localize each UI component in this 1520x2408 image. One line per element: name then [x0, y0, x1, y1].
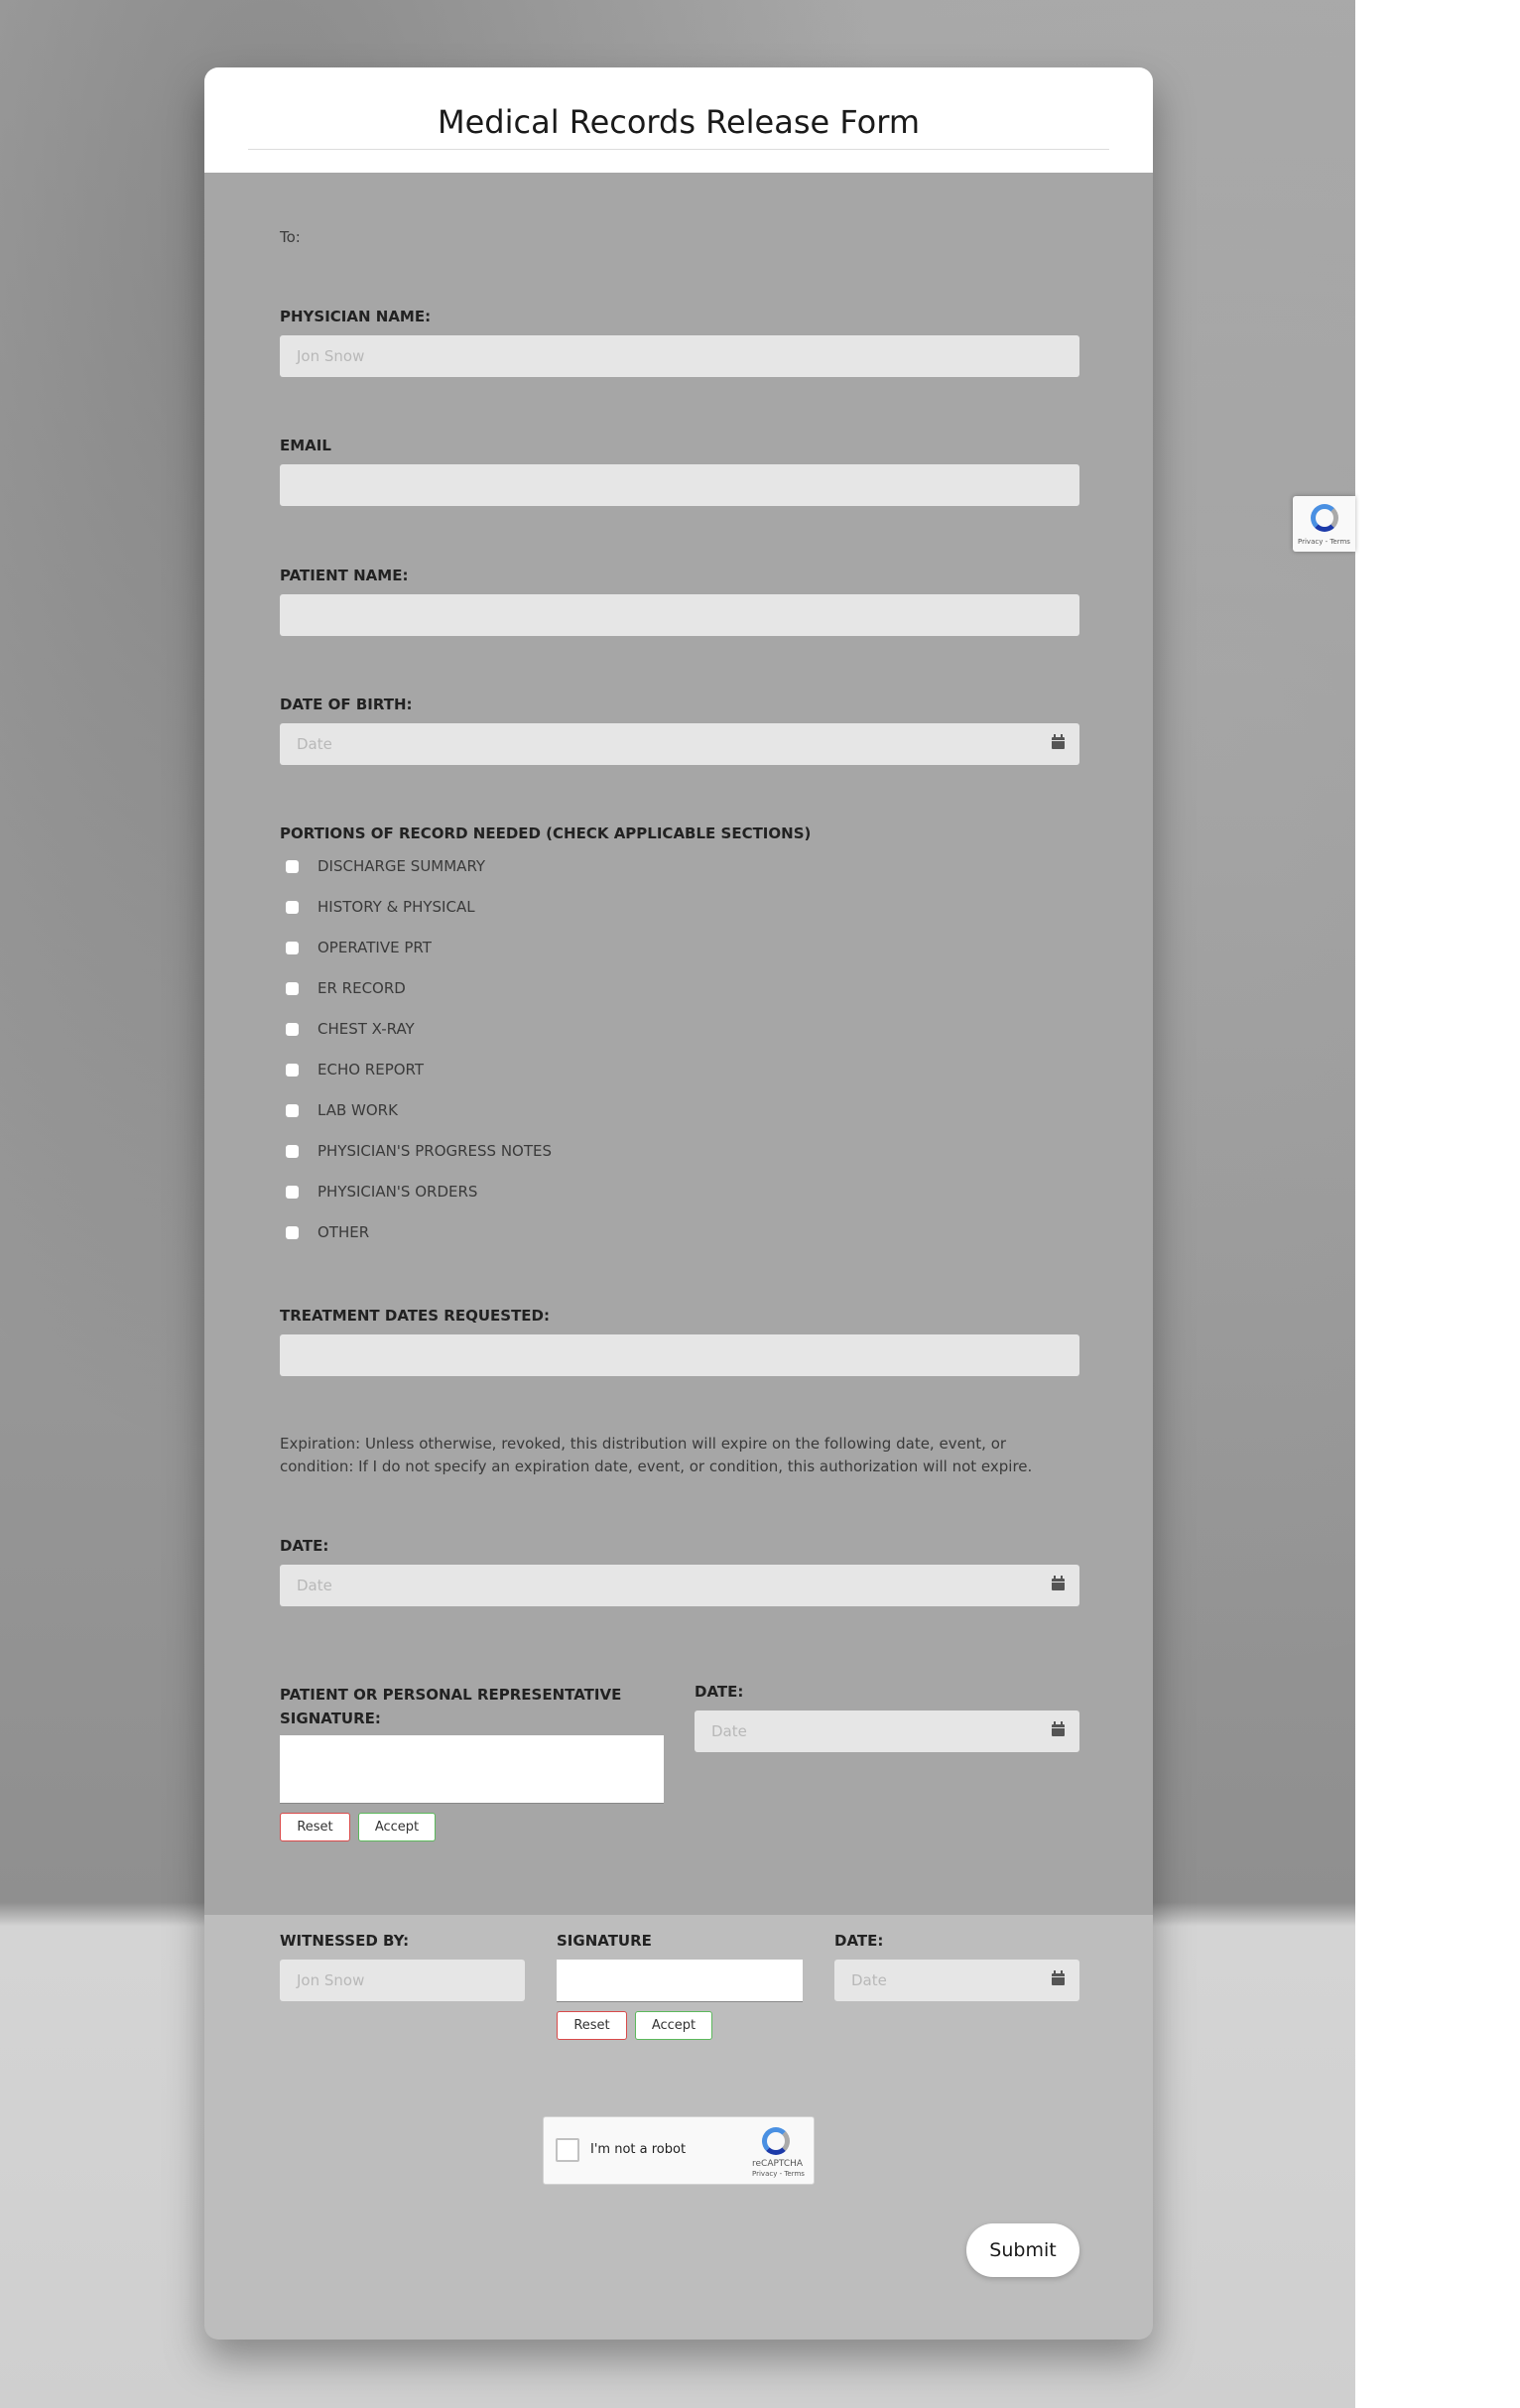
patient-signature-accept-button[interactable]: Accept: [358, 1813, 436, 1841]
form-title: Medical Records Release Form: [438, 103, 920, 141]
signature-date-input[interactable]: Date: [695, 1711, 1079, 1752]
witness-signature-pad[interactable]: [557, 1960, 803, 2002]
treatment-dates-label: TREATMENT DATES REQUESTED:: [280, 1307, 550, 1325]
calendar-icon[interactable]: [1052, 1970, 1065, 1985]
patient-signature-pad[interactable]: [280, 1735, 664, 1804]
recaptcha-checkbox[interactable]: [556, 2138, 579, 2162]
physician-name-input[interactable]: Jon Snow: [280, 335, 1079, 377]
to-label: To:: [280, 228, 301, 246]
checkbox[interactable]: [286, 1226, 299, 1239]
expiration-date-placeholder: Date: [297, 1577, 332, 1594]
checkbox-label: ECHO REPORT: [317, 1061, 425, 1078]
treatment-dates-input[interactable]: [280, 1334, 1079, 1376]
checkbox[interactable]: [286, 982, 299, 995]
calendar-icon[interactable]: [1052, 734, 1065, 749]
witness-signature-accept-button[interactable]: Accept: [635, 2011, 712, 2040]
checkbox[interactable]: [286, 1186, 299, 1199]
witnessed-by-label: WITNESSED BY:: [280, 1932, 410, 1950]
checkbox[interactable]: [286, 1145, 299, 1158]
checkbox-label: CHEST X-RAY: [317, 1020, 415, 1038]
expiration-date-input[interactable]: Date: [280, 1565, 1079, 1606]
checkbox-label: LAB WORK: [317, 1101, 398, 1119]
checkbox-label: ER RECORD: [317, 979, 406, 997]
dob-label: DATE OF BIRTH:: [280, 696, 413, 713]
witness-date-placeholder: Date: [851, 1971, 887, 1989]
portions-label: PORTIONS OF RECORD NEEDED (CHECK APPLICA…: [280, 824, 812, 842]
recaptcha-badge-terms[interactable]: Privacy - Terms: [1298, 538, 1350, 546]
checkbox[interactable]: [286, 901, 299, 914]
checkbox-label: PHYSICIAN'S PROGRESS NOTES: [317, 1142, 553, 1160]
recaptcha-widget: I'm not a robot reCAPTCHA Privacy - Term…: [543, 2116, 815, 2185]
submit-button[interactable]: Submit: [966, 2223, 1079, 2277]
signature-date-placeholder: Date: [711, 1722, 747, 1740]
witness-signature-label: SIGNATURE: [557, 1932, 652, 1950]
header-divider: [248, 149, 1109, 150]
witnessed-by-input[interactable]: Jon Snow: [280, 1960, 525, 2001]
dob-placeholder: Date: [297, 735, 332, 753]
signature-date-label: DATE:: [695, 1683, 744, 1701]
email-label: EMAIL: [280, 437, 331, 454]
patient-signature-label: PATIENT OR PERSONAL REPRESENTATIVE SIGNA…: [280, 1686, 622, 1727]
checkbox-label: PHYSICIAN'S ORDERS: [317, 1183, 478, 1201]
recaptcha-icon: [1311, 504, 1338, 532]
checkbox[interactable]: [286, 942, 299, 954]
recaptcha-badge[interactable]: Privacy - Terms: [1293, 496, 1355, 552]
witness-date-label: DATE:: [834, 1932, 884, 1950]
patient-name-input[interactable]: [280, 594, 1079, 636]
recaptcha-brand: reCAPTCHA: [752, 2159, 804, 2169]
checkbox-label: OPERATIVE PRT: [317, 939, 432, 956]
patient-name-label: PATIENT NAME:: [280, 567, 409, 584]
email-input[interactable]: [280, 464, 1079, 506]
checkbox[interactable]: [286, 1023, 299, 1036]
physician-name-label: PHYSICIAN NAME:: [280, 308, 432, 325]
calendar-icon[interactable]: [1052, 1721, 1065, 1736]
dob-input[interactable]: Date: [280, 723, 1079, 765]
witness-signature-reset-button[interactable]: Reset: [557, 2011, 627, 2040]
checkbox[interactable]: [286, 1064, 299, 1077]
calendar-icon[interactable]: [1052, 1576, 1065, 1590]
recaptcha-terms-link[interactable]: Privacy - Terms: [752, 2170, 805, 2178]
form-header: Medical Records Release Form: [204, 67, 1153, 173]
expiration-date-label: DATE:: [280, 1537, 329, 1555]
recaptcha-icon: [762, 2127, 790, 2155]
recaptcha-text: I'm not a robot: [590, 2142, 687, 2157]
checkbox-label: OTHER: [317, 1223, 370, 1241]
checkbox-label: HISTORY & PHYSICAL: [317, 898, 475, 916]
checkbox[interactable]: [286, 860, 299, 873]
checkbox-label: DISCHARGE SUMMARY: [317, 857, 486, 875]
checkbox[interactable]: [286, 1104, 299, 1117]
expiration-text: Expiration: Unless otherwise, revoked, t…: [280, 1435, 1033, 1475]
witness-date-input[interactable]: Date: [834, 1960, 1079, 2001]
form-card: Medical Records Release Form To: PHYSICI…: [204, 67, 1153, 2340]
patient-signature-reset-button[interactable]: Reset: [280, 1813, 350, 1841]
